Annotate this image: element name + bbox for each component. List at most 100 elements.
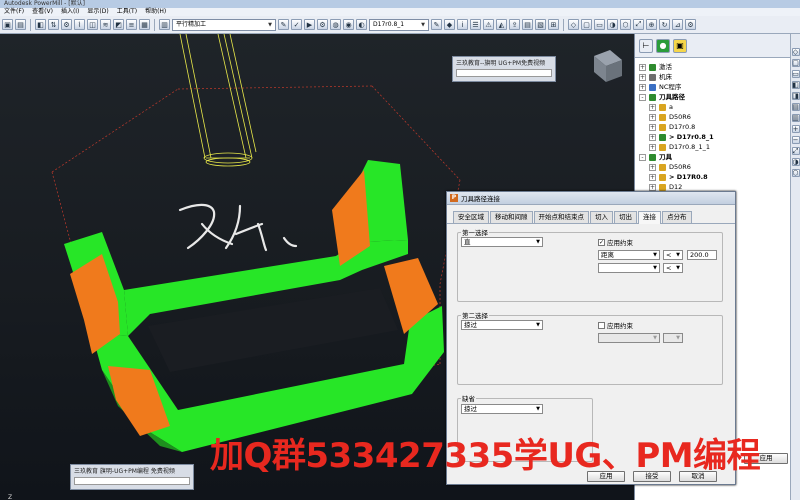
save-icon[interactable]: ▤: [15, 19, 26, 30]
operator-select[interactable]: < ▼: [663, 250, 683, 260]
view-left-icon[interactable]: ◧: [791, 81, 800, 89]
setup-icon[interactable]: ▧: [535, 19, 546, 30]
menu-insert[interactable]: 插入(I): [57, 8, 83, 16]
tree-item[interactable]: + > D17r0.8_1: [639, 132, 790, 142]
view-top-icon[interactable]: ▢: [791, 59, 800, 67]
collapse-icon[interactable]: -: [639, 153, 646, 161]
collision-icon[interactable]: ⚠: [483, 19, 494, 30]
tree-item[interactable]: - 刀具路径: [639, 92, 790, 102]
settings-icon[interactable]: ⚙: [685, 19, 696, 30]
overlay-video-label-bottom[interactable]: 三玖教育 旗明-UG+PM编程 免费视频: [70, 464, 194, 490]
tree-item[interactable]: + D17r0.8_1_1: [639, 142, 790, 152]
tree-item[interactable]: + > D17R0.8: [639, 172, 790, 182]
tab-start-end-points[interactable]: 开始点和结束点: [533, 211, 589, 223]
expand-icon[interactable]: +: [649, 183, 656, 191]
tool-list-icon[interactable]: ☰: [470, 19, 481, 30]
tab-lead-in[interactable]: 切入: [590, 211, 613, 223]
shade-icon[interactable]: ◑: [791, 158, 800, 166]
overlay-bottom-input[interactable]: [74, 477, 190, 485]
edit-icon[interactable]: ✎: [278, 19, 289, 30]
gouge-icon[interactable]: ◭: [496, 19, 507, 30]
tool-shading-icon[interactable]: ◐: [356, 19, 367, 30]
view-front-icon[interactable]: ▤: [791, 103, 800, 111]
tree-item[interactable]: + D17r0.8: [639, 122, 790, 132]
tool-info-icon[interactable]: i: [457, 19, 468, 30]
tree-item[interactable]: + D50R6: [639, 112, 790, 122]
export-icon[interactable]: ⇪: [509, 19, 520, 30]
verify-icon[interactable]: ✓: [291, 19, 302, 30]
zoom-fit-icon[interactable]: ⤢: [791, 147, 800, 155]
view-top-icon[interactable]: ▢: [581, 19, 592, 30]
pattern-icon[interactable]: ≋: [100, 19, 111, 30]
view-bottom-icon[interactable]: ▭: [791, 70, 800, 78]
view-iso-icon[interactable]: ◇: [791, 48, 800, 56]
tree-item[interactable]: + 激活: [639, 62, 790, 72]
view-iso-icon[interactable]: ◇: [568, 19, 579, 30]
first-choice-select[interactable]: 直 ▼: [461, 237, 543, 247]
level-icon[interactable]: ▦: [139, 19, 150, 30]
tree-item[interactable]: - 刀具: [639, 152, 790, 162]
first-choice-constraint-checkbox[interactable]: ✓ 应用约束: [598, 237, 633, 247]
toolpath-strategy-icon[interactable]: ≡: [126, 19, 137, 30]
rotate-icon[interactable]: ↻: [659, 19, 670, 30]
rapid-move-icon[interactable]: ⇅: [48, 19, 59, 30]
zoom-fit-icon[interactable]: ⤢: [633, 19, 644, 30]
expand-icon[interactable]: +: [639, 73, 646, 81]
shading-icon[interactable]: ◑: [607, 19, 618, 30]
tab-point-distribution[interactable]: 点分布: [662, 211, 692, 223]
menu-display[interactable]: 显示(D): [83, 8, 112, 16]
default-select[interactable]: 掠过 ▼: [461, 404, 543, 414]
expand-icon[interactable]: +: [649, 123, 656, 131]
tree-item[interactable]: + D50R6: [639, 162, 790, 172]
calculate-icon[interactable]: ⚙: [317, 19, 328, 30]
overlay-top-input[interactable]: [456, 69, 552, 77]
simulate-icon[interactable]: ▶: [304, 19, 315, 30]
tab-moves-gaps[interactable]: 移动和间隙: [490, 211, 533, 223]
overlay-video-label-top[interactable]: 三玖教育--旗明 UG+PM免费视频: [452, 56, 556, 82]
feed-rate-icon[interactable]: ⚙: [61, 19, 72, 30]
expand-icon[interactable]: +: [649, 163, 656, 171]
view-front-icon[interactable]: ▭: [594, 19, 605, 30]
view-cube[interactable]: [594, 50, 622, 82]
distance-input[interactable]: 200.0: [687, 250, 717, 260]
tab-safe-area[interactable]: 安全区域: [453, 211, 489, 223]
menu-tools[interactable]: 工具(T): [113, 8, 141, 16]
distance-select[interactable]: 距离 ▼: [598, 250, 660, 260]
wireframe-icon[interactable]: ⬡: [791, 169, 800, 177]
strategy-icon[interactable]: ▥: [159, 19, 170, 30]
tree-item[interactable]: + NC程序: [639, 82, 790, 92]
tool-edit-icon[interactable]: ✎: [431, 19, 442, 30]
expand-icon[interactable]: +: [649, 103, 656, 111]
feature-icon[interactable]: ◩: [113, 19, 124, 30]
open-icon[interactable]: ▣: [2, 19, 13, 30]
explorer-tree-icon[interactable]: ⊢: [639, 38, 653, 53]
block-icon[interactable]: ◧: [35, 19, 46, 30]
tree-item[interactable]: + 机床: [639, 72, 790, 82]
holder-icon[interactable]: ◉: [343, 19, 354, 30]
tree-item[interactable]: + a: [639, 102, 790, 112]
tool-color-icon[interactable]: ◆: [444, 19, 455, 30]
expand-icon[interactable]: +: [649, 133, 656, 141]
wireframe-icon[interactable]: ⬡: [620, 19, 631, 30]
view-right-icon[interactable]: ◨: [791, 92, 800, 100]
tool-select[interactable]: D17r0.8_1 ▼: [369, 18, 429, 31]
ncprogram-icon[interactable]: ▤: [522, 19, 533, 30]
expand-icon[interactable]: +: [639, 83, 646, 91]
tool-database-icon[interactable]: ◍: [330, 19, 341, 30]
tool-icon[interactable]: ⌇: [74, 19, 85, 30]
measure-icon[interactable]: ⊿: [672, 19, 683, 30]
expand-icon[interactable]: +: [649, 143, 656, 151]
menu-help[interactable]: 帮助(H): [141, 8, 170, 16]
explorer-globe-icon[interactable]: ●: [656, 38, 670, 53]
second-choice-select[interactable]: 掠过 ▼: [461, 320, 543, 330]
boundary-icon[interactable]: ◫: [87, 19, 98, 30]
expand-icon[interactable]: +: [639, 63, 646, 71]
menu-file[interactable]: 文件(F): [0, 8, 28, 16]
collapse-icon[interactable]: -: [639, 93, 646, 101]
constraint-second-select[interactable]: ▼: [598, 263, 660, 273]
tab-links[interactable]: 连接: [638, 211, 661, 224]
expand-icon[interactable]: +: [649, 113, 656, 121]
second-choice-constraint-checkbox[interactable]: 应用约束: [598, 320, 633, 330]
second-choice-operator-select[interactable]: ▼: [663, 333, 683, 343]
workplane-icon[interactable]: ⊞: [548, 19, 559, 30]
